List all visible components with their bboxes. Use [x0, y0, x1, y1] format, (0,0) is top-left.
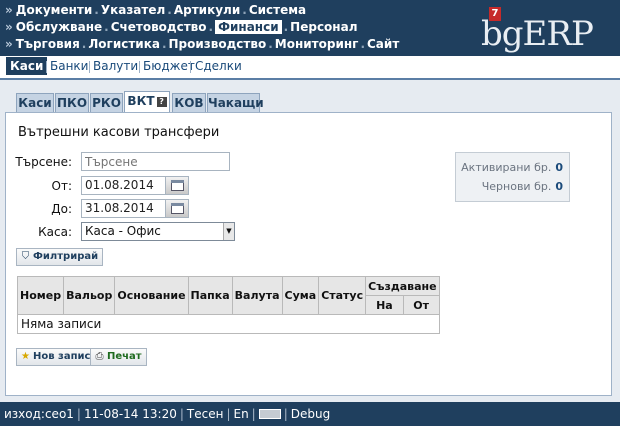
menu-arrow-icon: »	[5, 3, 13, 17]
to-date-input[interactable]: 31.08.2014	[81, 199, 166, 218]
subnav-item-cashboxes[interactable]: Каси	[6, 57, 48, 75]
sub-navigation: Каси Банки Валути Бюджет Сделки	[0, 56, 620, 80]
main-menu-row-1: » Документи. Указател. Артикули. Система	[5, 3, 307, 17]
main-panel: Вътрешни касови трансфери Търсене: От: 0…	[5, 112, 612, 396]
col-header-created: Създаване	[365, 276, 440, 296]
print-label: Печат	[107, 351, 142, 362]
debug-link[interactable]: Debug	[291, 407, 330, 421]
menu-arrow-icon: »	[5, 20, 13, 34]
new-record-label: Нов запис	[33, 351, 91, 362]
col-header-status[interactable]: Статус	[318, 276, 367, 315]
footer-bar: изход:сео1 | 11-08-14 13:20 | Тесен | En | | Debu…	[0, 402, 620, 426]
menu-item-articles[interactable]: Артикули	[174, 3, 240, 17]
table-row: Няма записи	[17, 314, 440, 334]
subnav-item-currencies[interactable]: Валути	[93, 59, 138, 73]
search-input[interactable]	[81, 152, 230, 171]
language-link[interactable]: En	[233, 407, 248, 421]
col-header-valor[interactable]: Вальор	[63, 276, 116, 315]
draft-count-row: Чернови бр. 0	[482, 180, 563, 193]
logo-text: bgERP	[481, 14, 594, 54]
printer-icon: ⎙	[95, 351, 104, 362]
col-header-number[interactable]: Номер	[16, 276, 65, 315]
datetime-text: 11-08-14 13:20	[83, 407, 177, 421]
tab-rko[interactable]: РКО	[90, 93, 123, 112]
draft-count-label: Чернови бр.	[481, 180, 552, 193]
col-header-currency[interactable]: Валута	[231, 276, 283, 315]
active-count-row: Активирани бр. 0	[461, 161, 563, 174]
search-label: Търсене:	[15, 155, 72, 169]
menu-item-personnel[interactable]: Персонал	[290, 20, 357, 34]
tab-pending[interactable]: Чакащи	[207, 93, 264, 112]
question-icon[interactable]: ?	[156, 97, 167, 107]
from-date-label: От:	[51, 179, 72, 193]
main-menu-row-3: » Търговия. Логистика. Производство. Монитор…	[5, 37, 400, 51]
cashbox-select[interactable]: Каса - Офис ▼	[81, 222, 235, 241]
to-date-label: До:	[51, 202, 72, 216]
page-title: Вътрешни касови трансфери	[18, 125, 220, 140]
chevron-down-icon: ▼	[223, 223, 234, 240]
star-icon: ★	[21, 351, 30, 362]
menu-item-directory[interactable]: Указател	[101, 3, 165, 17]
menu-item-service[interactable]: Обслужване	[16, 20, 102, 34]
col-header-folder[interactable]: Папка	[187, 276, 233, 315]
from-calendar-button[interactable]	[165, 176, 189, 195]
from-date-input[interactable]: 01.08.2014	[81, 176, 166, 195]
menu-arrow-icon: »	[5, 37, 13, 51]
logout-link[interactable]: изход:сео1	[4, 407, 74, 421]
subnav-item-banks[interactable]: Банки	[50, 59, 88, 73]
tab-cashboxes[interactable]: Каси	[16, 93, 54, 112]
cashbox-label: Каса:	[38, 225, 72, 239]
menu-item-logistics[interactable]: Логистика	[88, 37, 160, 51]
tab-kov[interactable]: КОВ	[172, 93, 206, 112]
cashbox-select-value: Каса - Офис	[85, 224, 161, 238]
filter-button-label: Филтрирай	[33, 251, 99, 262]
menu-item-site[interactable]: Сайт	[367, 37, 399, 51]
new-record-button[interactable]: ★ Нов запис	[16, 348, 96, 366]
stats-box: Активирани бр. 0 Чернови бр. 0	[455, 152, 570, 202]
print-button[interactable]: ⎙ Печат	[90, 348, 147, 366]
menu-item-documents[interactable]: Документи	[16, 3, 93, 17]
calendar-icon	[171, 203, 184, 214]
col-header-created-by[interactable]: От	[402, 295, 440, 315]
active-count-label: Активирани бр.	[461, 161, 552, 174]
tab-vkt-label: ВКТ	[127, 94, 155, 108]
filter-button[interactable]: ⛉ Филтрирай	[16, 248, 104, 266]
active-count-value[interactable]: 0	[551, 161, 563, 174]
funnel-icon: ⛉	[21, 251, 30, 262]
col-header-created-on[interactable]: На	[365, 295, 404, 315]
menu-item-finance[interactable]: Финанси	[215, 20, 282, 34]
main-menu-row-2: » Обслужване. Счетоводство. Финанси. Персона…	[5, 20, 358, 34]
top-header: » Документи. Указател. Артикули. Система » Об…	[0, 0, 620, 56]
menu-item-accounting[interactable]: Счетоводство	[111, 20, 207, 34]
keyboard-icon[interactable]	[258, 409, 281, 419]
menu-item-trade[interactable]: Търговия	[16, 37, 80, 51]
tab-vkt[interactable]: ВКТ?	[124, 91, 170, 113]
notification-badge[interactable]: 7	[489, 7, 501, 21]
draft-count-value[interactable]: 0	[551, 180, 563, 193]
transfers-table: Номер Вальор Основание Папка Валута Сума…	[16, 276, 440, 334]
menu-item-monitoring[interactable]: Мониторинг	[275, 37, 359, 51]
bgerp-logo[interactable]: bgERP 7	[477, 5, 612, 54]
col-header-amount[interactable]: Сума	[281, 276, 320, 315]
subnav-item-budget[interactable]: Бюджет	[143, 59, 195, 73]
calendar-icon	[171, 180, 184, 191]
subnav-item-deals[interactable]: Сделки	[195, 59, 242, 73]
tab-pko[interactable]: ПКО	[55, 93, 89, 112]
menu-item-production[interactable]: Производство	[169, 37, 267, 51]
empty-message: Няма записи	[17, 314, 440, 334]
menu-item-system[interactable]: Система	[249, 3, 306, 17]
col-header-reason[interactable]: Основание	[114, 276, 189, 315]
view-mode-link[interactable]: Тесен	[187, 407, 224, 421]
to-calendar-button[interactable]	[165, 199, 189, 218]
